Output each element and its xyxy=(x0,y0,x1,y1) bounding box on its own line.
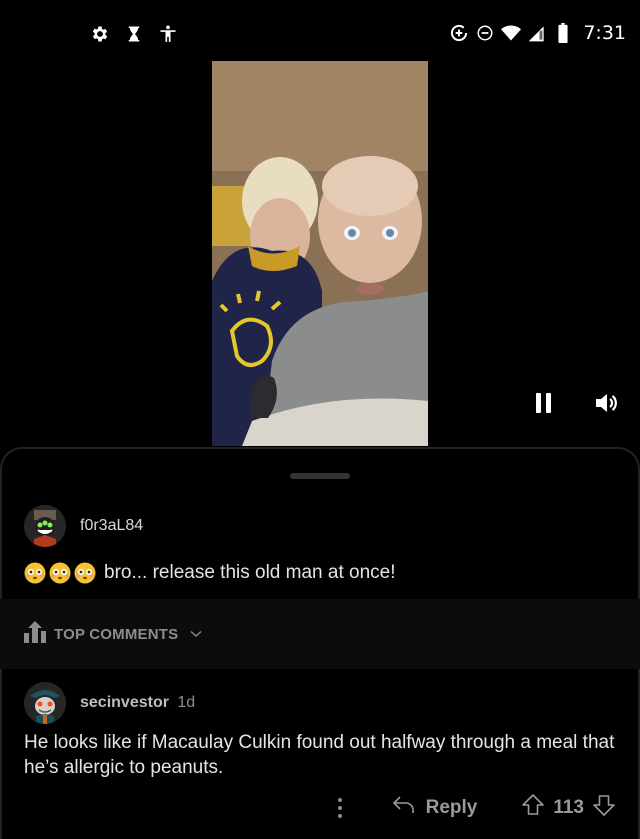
pause-icon[interactable] xyxy=(534,391,554,420)
video-controls xyxy=(534,390,620,421)
comment-sort-selector[interactable]: TOP COMMENTS xyxy=(0,599,640,669)
downvote-arrow-icon[interactable] xyxy=(592,793,616,822)
cellular-signal-icon xyxy=(527,23,547,43)
vote-controls: 113 xyxy=(521,793,616,822)
chevron-down-icon xyxy=(190,625,202,643)
volume-icon[interactable] xyxy=(594,390,620,421)
status-clock: 7:31 xyxy=(583,22,626,44)
comment-timestamp: 1d xyxy=(177,694,196,711)
top-sort-icon xyxy=(24,620,46,648)
data-saver-icon xyxy=(449,23,469,43)
flushed-face-emoji xyxy=(49,562,71,584)
status-bar-right: 7:31 xyxy=(449,22,626,44)
post-author[interactable]: f0r3aL84 xyxy=(24,505,143,547)
video-frame xyxy=(212,61,428,446)
more-options-icon[interactable] xyxy=(330,794,350,822)
do-not-disturb-icon xyxy=(475,23,495,43)
reply-label: Reply xyxy=(425,796,478,818)
flushed-face-emoji xyxy=(24,562,46,584)
settings-gear-icon xyxy=(90,24,110,44)
post-title: bro... release this old man at once! xyxy=(24,562,396,584)
reply-arrow-icon xyxy=(392,795,416,820)
comment-body: He looks like if Macaulay Culkin found o… xyxy=(24,732,615,778)
post-title-text: bro... release this old man at once! xyxy=(104,562,396,583)
flushed-face-emoji xyxy=(74,562,96,584)
upvote-arrow-icon[interactable] xyxy=(521,793,545,822)
post-author-name[interactable]: f0r3aL84 xyxy=(80,517,143,535)
avatar[interactable] xyxy=(24,682,66,724)
hourglass-icon xyxy=(124,24,144,44)
battery-icon xyxy=(553,23,573,43)
sheet-drag-handle[interactable] xyxy=(290,473,350,479)
comment-actions: Reply 113 xyxy=(330,793,616,822)
sort-label: TOP COMMENTS xyxy=(54,625,179,643)
vote-score: 113 xyxy=(553,796,584,818)
status-bar-left xyxy=(90,24,178,44)
accessibility-icon xyxy=(158,24,178,44)
wifi-icon xyxy=(501,23,522,43)
comment-author[interactable]: secinvestor 1d xyxy=(24,682,195,724)
avatar[interactable] xyxy=(24,505,66,547)
comment-author-name[interactable]: secinvestor xyxy=(80,694,169,711)
video-player[interactable] xyxy=(212,61,428,446)
reply-button[interactable]: Reply xyxy=(392,795,478,820)
